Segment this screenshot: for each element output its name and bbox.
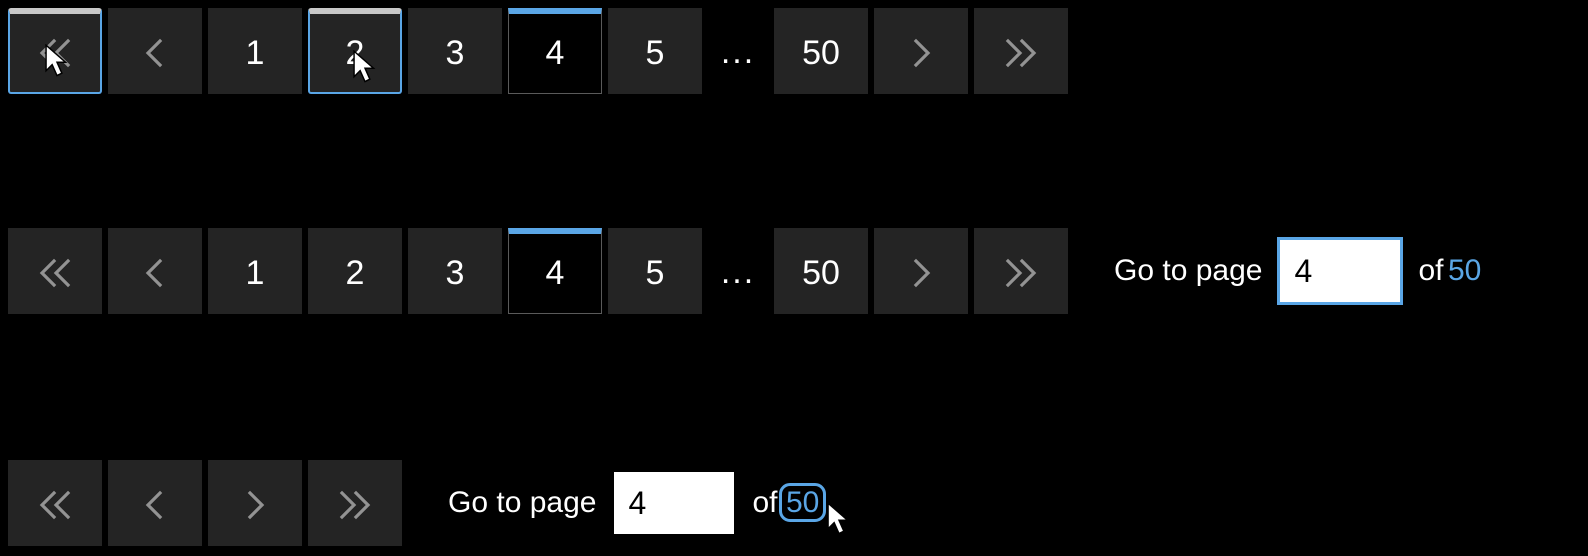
chevron-double-right-icon [335, 485, 375, 525]
next-page-button[interactable] [208, 460, 302, 546]
page-button-2[interactable]: 2 [308, 8, 402, 94]
chevron-right-icon [901, 33, 941, 73]
goto-label: Go to page [448, 486, 596, 520]
goto-page-group: Go to page of 50 [448, 472, 823, 534]
chevron-left-icon [135, 33, 175, 73]
chevron-right-icon [901, 253, 941, 293]
prev-page-button[interactable] [108, 228, 202, 314]
page-button-1[interactable]: 1 [208, 228, 302, 314]
chevron-double-left-icon [35, 253, 75, 293]
chevron-double-right-icon [1001, 253, 1041, 293]
chevron-double-left-icon [35, 33, 75, 73]
page-button-4-current[interactable]: 4 [508, 8, 602, 94]
page-button-2[interactable]: 2 [308, 228, 402, 314]
last-page-button[interactable] [308, 460, 402, 546]
page-button-4-current[interactable]: 4 [508, 228, 602, 314]
prev-page-button[interactable] [108, 8, 202, 94]
page-button-last[interactable]: 50 [774, 8, 868, 94]
of-total: of 50 [752, 486, 823, 520]
last-page-button[interactable] [974, 228, 1068, 314]
page-button-last[interactable]: 50 [774, 228, 868, 314]
goto-page-input[interactable] [614, 472, 734, 534]
first-page-button[interactable] [8, 460, 102, 546]
pagination-row-2: 1 2 3 4 5 ... 50 Go to page of 50 [8, 228, 1481, 314]
of-label: of [752, 486, 777, 519]
pagination-row-1: 1 2 3 4 5 ... 50 [8, 8, 1068, 94]
of-total: of 50 [1418, 254, 1481, 288]
first-page-button[interactable] [8, 228, 102, 314]
page-button-3[interactable]: 3 [408, 228, 502, 314]
prev-page-button[interactable] [108, 460, 202, 546]
of-label: of [1418, 254, 1443, 287]
chevron-right-icon [235, 485, 275, 525]
page-button-1[interactable]: 1 [208, 8, 302, 94]
cursor-arrow-icon [826, 502, 852, 536]
pagination-ellipsis: ... [708, 228, 768, 314]
chevron-double-right-icon [1001, 33, 1041, 73]
chevron-double-left-icon [35, 485, 75, 525]
next-page-button[interactable] [874, 8, 968, 94]
page-button-5[interactable]: 5 [608, 8, 702, 94]
total-pages-link[interactable]: 50 [782, 486, 823, 519]
pagination-row-3: Go to page of 50 [8, 460, 823, 546]
page-button-5[interactable]: 5 [608, 228, 702, 314]
first-page-button[interactable] [8, 8, 102, 94]
pagination-ellipsis: ... [708, 8, 768, 94]
total-pages-link[interactable]: 50 [1448, 254, 1481, 287]
next-page-button[interactable] [874, 228, 968, 314]
goto-page-input[interactable] [1280, 240, 1400, 302]
chevron-left-icon [135, 485, 175, 525]
page-button-3[interactable]: 3 [408, 8, 502, 94]
last-page-button[interactable] [974, 8, 1068, 94]
chevron-left-icon [135, 253, 175, 293]
goto-page-group: Go to page of 50 [1114, 240, 1481, 302]
goto-label: Go to page [1114, 254, 1262, 288]
